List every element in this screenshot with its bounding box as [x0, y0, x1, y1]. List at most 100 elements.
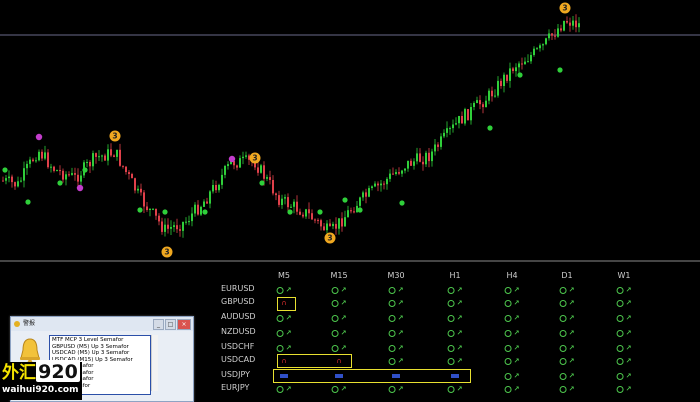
- close-button[interactable]: ×: [177, 319, 191, 330]
- semafor-level3-badge: 3: [161, 246, 173, 258]
- alert-titlebar[interactable]: 警报 _ □ ×: [11, 317, 193, 331]
- up-arrow-icon: ↗: [513, 286, 520, 294]
- signal-dot-icon: [388, 344, 396, 352]
- up-arrow-icon: ↗: [513, 299, 520, 307]
- signal-dot-icon: [331, 299, 339, 307]
- candles-layer: 3 3 3 3 3: [2, 2, 580, 258]
- candle-body: [134, 178, 136, 191]
- signal-dot-icon: [447, 314, 455, 322]
- candle-body: [56, 170, 58, 172]
- signal-cell: ↗: [331, 384, 346, 394]
- up-arrow-icon: ↗: [397, 344, 404, 352]
- signal-dot-icon: [447, 385, 455, 393]
- candle-body: [311, 213, 313, 220]
- signal-dot-icon: [388, 314, 396, 322]
- candle-body: [161, 221, 163, 232]
- candle-body: [227, 164, 229, 166]
- timeframe-m5: M5: [278, 271, 290, 280]
- signal-cell: ↗: [447, 356, 462, 366]
- semafor-level3-badge: 3: [324, 232, 336, 244]
- candle-body: [236, 165, 238, 168]
- candle-body: [545, 38, 547, 45]
- candle-body: [173, 225, 175, 227]
- candle-body: [566, 21, 568, 23]
- candle-body: [347, 210, 349, 218]
- signal-dot-icon: [447, 299, 455, 307]
- candle-body: [497, 80, 499, 96]
- candle-body: [131, 174, 133, 179]
- candle-body: [197, 204, 199, 215]
- candle-body: [539, 45, 541, 49]
- pair-label-eurusd: EURUSD: [221, 284, 255, 293]
- candle-body: [8, 176, 10, 179]
- signal-dot-icon: [504, 344, 512, 352]
- candle-body: [542, 44, 544, 46]
- semafor-level1-dot: [137, 207, 143, 213]
- candle-body: [41, 151, 43, 159]
- candle-body: [461, 116, 463, 124]
- candle-body: [14, 182, 16, 187]
- up-arrow-icon: ↗: [456, 314, 463, 322]
- candle-body: [308, 209, 310, 214]
- candle-body: [416, 153, 418, 162]
- candle-body: [209, 191, 211, 204]
- signal-dot-icon: [276, 329, 284, 337]
- semafor-level1-dot: [287, 209, 293, 215]
- candle-body: [119, 149, 121, 166]
- candle-body: [521, 63, 523, 65]
- candle-body: [323, 226, 325, 231]
- maximize-button[interactable]: □: [165, 319, 176, 330]
- signal-dot-icon: [559, 286, 567, 294]
- candle-body: [29, 159, 31, 164]
- signal-dot-icon: [331, 329, 339, 337]
- candle-body: [488, 90, 490, 101]
- candle-body: [494, 95, 496, 97]
- semafor-level3-label: 3: [562, 4, 567, 13]
- up-arrow-icon: ↗: [513, 344, 520, 352]
- candle-body: [107, 149, 109, 161]
- candle-body: [440, 136, 442, 147]
- candle-body: [11, 176, 13, 183]
- candle-body: [524, 61, 526, 65]
- signal-dot-icon: [504, 357, 512, 365]
- pair-label-gbpusd: GBPUSD: [221, 297, 255, 306]
- signal-cell: ↗: [616, 356, 631, 366]
- candle-body: [146, 206, 148, 210]
- candle-body: [332, 223, 334, 227]
- minimize-button[interactable]: _: [153, 319, 164, 330]
- candle-body: [86, 162, 88, 163]
- alert-scrollbar[interactable]: [151, 335, 158, 391]
- up-arrow-icon: ↗: [568, 344, 575, 352]
- up-arrow-icon: ↗: [340, 314, 347, 322]
- signal-cell: ↗: [276, 313, 291, 323]
- candle-body: [557, 28, 559, 37]
- candle-body: [278, 195, 280, 205]
- signal-cell: ↗: [276, 343, 292, 353]
- candle-body: [98, 156, 100, 158]
- candle-body: [437, 144, 439, 147]
- price-chart[interactable]: 3 3 3 3 3: [0, 0, 700, 262]
- up-arrow-icon: ↗: [625, 299, 632, 307]
- up-arrow-icon: ↗: [456, 286, 463, 294]
- signal-dot-icon: [616, 329, 624, 337]
- signal-dot-icon: [388, 385, 396, 393]
- up-arrow-icon: ↗: [285, 344, 292, 352]
- signal-cell: ↗: [331, 343, 346, 353]
- candle-body: [59, 170, 61, 172]
- signal-cell: ↗: [559, 343, 575, 353]
- signal-cell: ↗: [504, 371, 519, 381]
- signal-cell: ↗: [276, 285, 291, 295]
- candle-body: [560, 28, 562, 31]
- candle-body: [431, 151, 433, 162]
- up-arrow-icon: ↗: [397, 385, 404, 393]
- signal-dot-icon: [331, 385, 339, 393]
- candle-body: [74, 173, 76, 175]
- signal-cell: ↗: [276, 328, 291, 338]
- semafor-level1-dot: [202, 209, 208, 215]
- up-arrow-icon: ↗: [456, 385, 463, 393]
- signal-dot-icon: [447, 286, 455, 294]
- candle-body: [20, 180, 22, 182]
- signal-dot-icon: [504, 314, 512, 322]
- up-arrow-icon: ↗: [456, 299, 463, 307]
- up-arrow-icon: ↗: [397, 357, 404, 365]
